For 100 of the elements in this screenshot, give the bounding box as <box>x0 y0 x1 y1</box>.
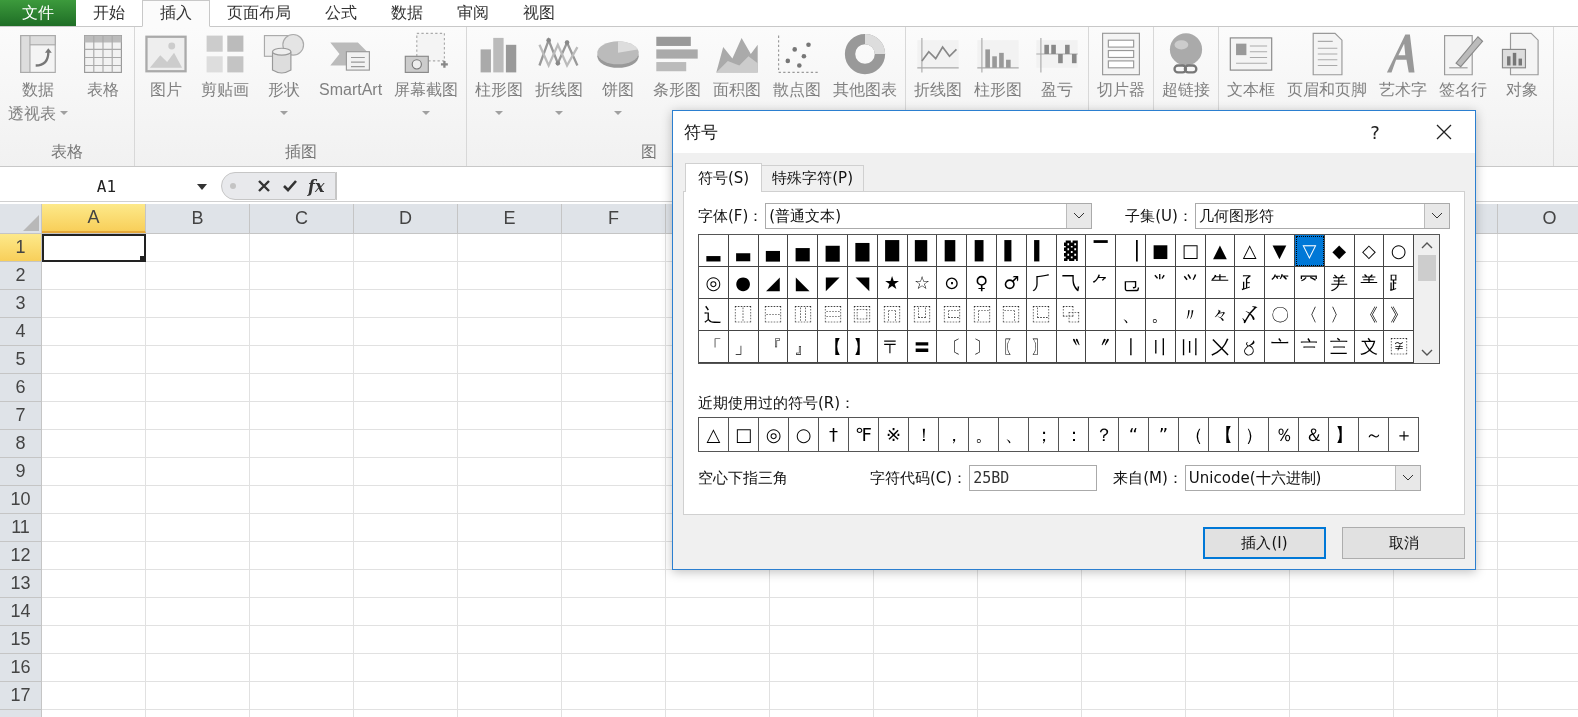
recent-symbol-cell[interactable]: ” <box>1149 418 1179 451</box>
column-header[interactable]: C <box>250 204 354 233</box>
sheet-cell[interactable] <box>42 402 146 430</box>
sheet-cell[interactable] <box>354 262 458 290</box>
ribbon-button[interactable]: 屏幕截图 <box>388 27 465 140</box>
ribbon-button[interactable]: 柱形图 <box>469 27 530 140</box>
sheet-cell[interactable] <box>458 374 562 402</box>
sheet-cell[interactable] <box>250 570 354 598</box>
sheet-cell[interactable] <box>458 514 562 542</box>
ribbon-button[interactable]: 其他图表 <box>827 27 904 140</box>
symbol-cell[interactable]: ⺶ <box>1324 267 1355 299</box>
sheet-cell[interactable] <box>250 458 354 486</box>
symbol-cell[interactable]: 〔 <box>937 331 968 363</box>
sheet-cell[interactable] <box>354 318 458 346</box>
sheet-cell[interactable] <box>1082 654 1186 682</box>
sheet-cell[interactable] <box>1186 682 1290 710</box>
scrollbar[interactable] <box>1414 235 1439 363</box>
symbol-cell[interactable]: ⿳ <box>818 299 848 331</box>
sheet-cell[interactable] <box>458 318 562 346</box>
sheet-cell[interactable] <box>250 430 354 458</box>
symbol-cell[interactable]: ♀ <box>967 267 997 299</box>
subset-dropdown[interactable]: 几何图形符 <box>1194 203 1450 229</box>
ribbon-button[interactable]: 对象 <box>1493 27 1552 140</box>
symbol-cell[interactable]: ◥ <box>848 267 878 299</box>
sheet-cell[interactable] <box>458 682 562 710</box>
ribbon-button[interactable]: 散点图 <box>767 27 828 140</box>
font-dropdown[interactable]: (普通文本) <box>765 203 1093 229</box>
recent-symbol-cell[interactable]: ℉ <box>849 418 879 451</box>
recent-symbol-cell[interactable]: 。 <box>969 418 999 451</box>
ribbon-tab[interactable]: 文件 <box>0 0 76 26</box>
sheet-cell[interactable] <box>1394 626 1498 654</box>
symbol-cell[interactable]: ⿺ <box>1026 299 1057 331</box>
symbol-cell[interactable]: 〃 <box>1175 299 1206 331</box>
dialog-button[interactable]: 取消 <box>1342 527 1465 559</box>
row-header[interactable]: 15 <box>0 626 42 654</box>
sheet-cell[interactable] <box>562 318 666 346</box>
sheet-cell[interactable] <box>250 374 354 402</box>
sheet-cell[interactable] <box>562 430 666 458</box>
sheet-cell[interactable] <box>458 234 562 262</box>
ribbon-button[interactable]: 超链接 <box>1156 27 1217 140</box>
row-header[interactable]: 10 <box>0 486 42 514</box>
ribbon-button[interactable]: 折线图 <box>529 27 590 140</box>
recent-symbol-cell[interactable]: （ <box>1179 418 1209 451</box>
symbol-cell[interactable]: ⿶ <box>907 299 938 331</box>
ribbon-tab[interactable]: 开始 <box>76 0 142 26</box>
ribbon-tab[interactable]: 视图 <box>506 0 572 26</box>
sheet-cell[interactable] <box>562 598 666 626</box>
symbol-cell[interactable]: ⺧ <box>1205 267 1236 299</box>
symbol-cell[interactable]: 《 <box>1354 299 1385 331</box>
sheet-cell[interactable] <box>354 598 458 626</box>
recent-symbol-cell[interactable]: ＋ <box>1389 418 1418 451</box>
sheet-cell[interactable] <box>146 374 250 402</box>
symbol-cell[interactable]: 〞 <box>1086 331 1117 363</box>
sheet-cell[interactable] <box>42 458 146 486</box>
symbol-cell[interactable]: 〥 <box>1235 331 1266 363</box>
symbol-cell[interactable]: ⺄ <box>1056 267 1087 299</box>
ribbon-tab[interactable]: 页面布局 <box>210 0 308 26</box>
column-header[interactable]: B <box>146 204 250 233</box>
dialog-button[interactable]: 插入(I) <box>1203 527 1326 559</box>
scroll-thumb[interactable] <box>1417 255 1436 281</box>
symbol-cell[interactable]: ▔ <box>1086 235 1117 267</box>
row-header[interactable]: 14 <box>0 598 42 626</box>
sheet-cell[interactable] <box>874 654 978 682</box>
sheet-cell[interactable] <box>250 262 354 290</box>
symbol-cell[interactable]: ⺮ <box>1265 267 1295 299</box>
symbol-cell[interactable]: ⿰ <box>728 299 759 331</box>
ribbon-button[interactable]: 饼图 <box>589 27 648 140</box>
sheet-cell[interactable] <box>146 514 250 542</box>
recent-symbol-cell[interactable]: ； <box>1029 418 1059 451</box>
sheet-cell[interactable] <box>146 598 250 626</box>
dialog-tab[interactable]: 符号(S) <box>685 163 763 192</box>
symbol-cell[interactable]: 〆 <box>1235 299 1266 331</box>
sheet-cell[interactable] <box>146 234 250 262</box>
symbol-cell[interactable]: ◢ <box>758 267 789 299</box>
sheet-cell[interactable] <box>458 346 562 374</box>
symbol-cell[interactable]: ⿵ <box>877 299 908 331</box>
column-header[interactable]: D <box>354 204 458 233</box>
sheet-cell[interactable] <box>146 458 250 486</box>
symbol-cell[interactable]: 〩 <box>1354 331 1385 363</box>
sheet-cell[interactable] <box>146 626 250 654</box>
recent-symbol-cell[interactable]: † <box>819 418 849 451</box>
row-header[interactable]: 16 <box>0 654 42 682</box>
sheet-cell[interactable] <box>354 346 458 374</box>
symbol-cell[interactable]: 」 <box>728 331 759 363</box>
row-header[interactable]: 6 <box>0 374 42 402</box>
symbol-cell[interactable]: ⿸ <box>967 299 997 331</box>
symbol-cell[interactable]: □ <box>1175 235 1206 267</box>
symbol-cell[interactable]: ▆ <box>818 235 848 267</box>
symbol-cell[interactable]: 〦 <box>1265 331 1295 363</box>
symbol-cell[interactable]: ⺋ <box>1116 267 1146 299</box>
symbol-cell[interactable]: ▇ <box>848 235 878 267</box>
sheet-cell[interactable] <box>42 514 146 542</box>
sheet-cell[interactable] <box>1082 682 1186 710</box>
sheet-cell[interactable] <box>458 654 562 682</box>
sheet-cell[interactable] <box>978 598 1082 626</box>
symbol-cell[interactable]: 〗 <box>1026 331 1057 363</box>
sheet-cell[interactable] <box>770 654 874 682</box>
sheet-cell[interactable] <box>146 654 250 682</box>
symbol-cell[interactable]: 、 <box>1116 299 1146 331</box>
row-header[interactable]: 11 <box>0 514 42 542</box>
